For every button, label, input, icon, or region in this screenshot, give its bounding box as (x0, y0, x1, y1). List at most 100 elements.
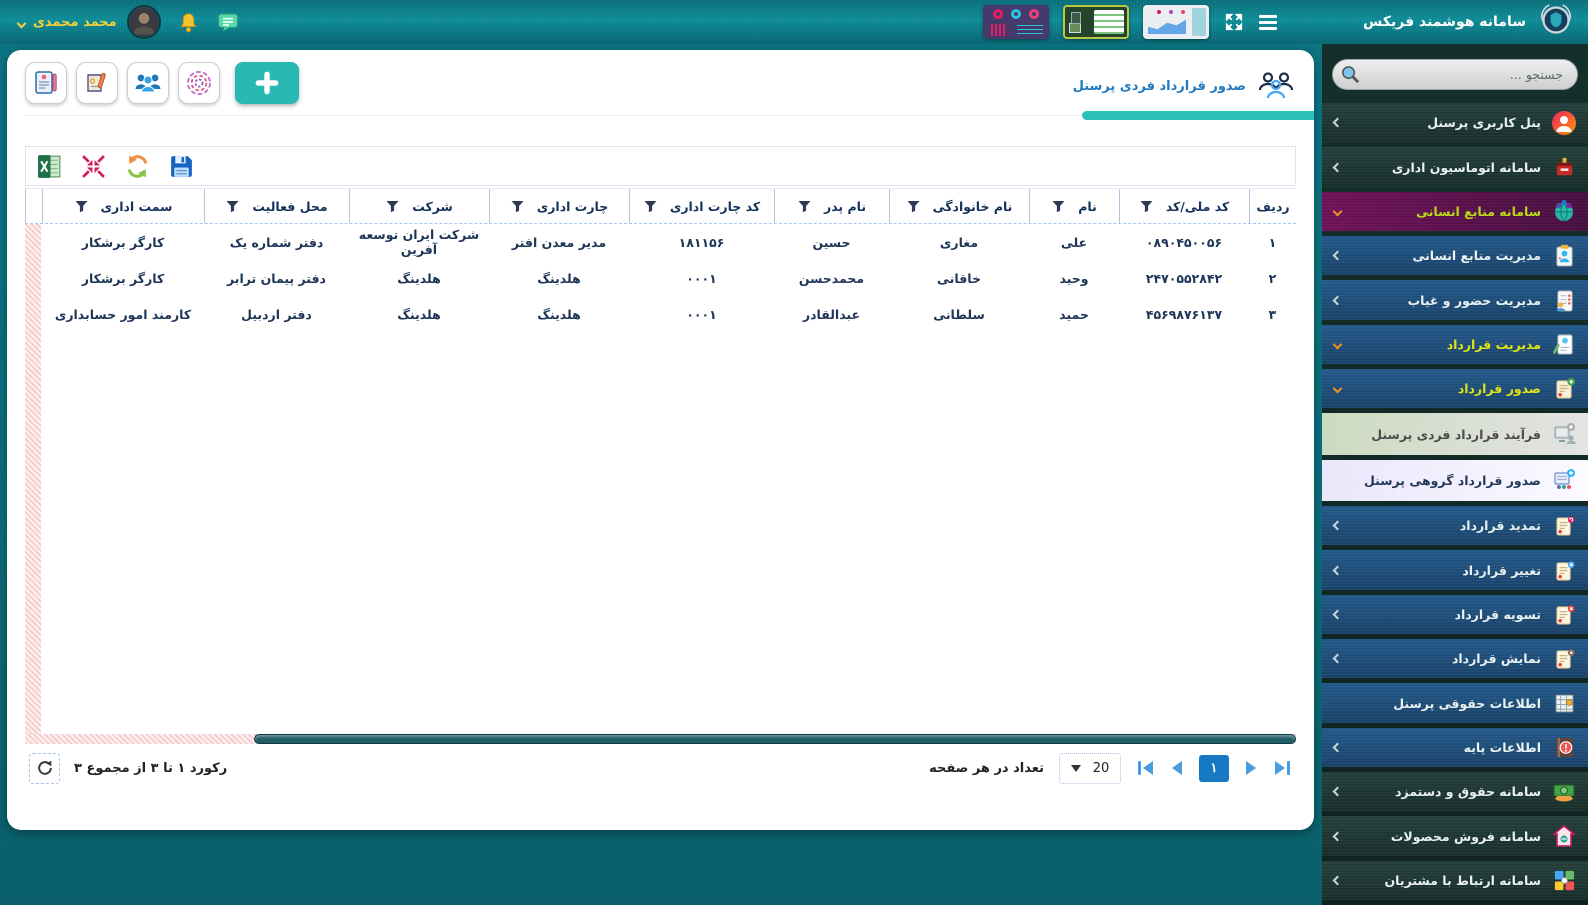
current-page-button[interactable]: ۱ (1199, 755, 1229, 782)
dashboard-thumbnail-3[interactable] (1143, 5, 1209, 39)
column-header-company[interactable]: شرکت (349, 189, 489, 223)
sidebar-item-individual-contract-process[interactable]: فرآیند قرارداد فردی پرسنل (1322, 413, 1588, 454)
contract-document-button[interactable] (25, 62, 67, 104)
crm-grid-icon (1550, 866, 1578, 894)
tab-individual-contract-issuance[interactable]: صدور قرارداد فردی پرسنل (1073, 62, 1296, 104)
filter-funnel-icon[interactable] (75, 200, 88, 213)
sidebar-item-hr-system[interactable]: سامانه منابع انسانی (1322, 192, 1588, 231)
column-header-first-name[interactable]: نام (1029, 189, 1119, 223)
horizontal-scrollbar[interactable] (25, 734, 1296, 744)
chevron-left-icon (1333, 831, 1343, 841)
dashboard-thumbnail-1[interactable] (983, 5, 1049, 39)
sidebar-search (1332, 59, 1578, 90)
sidebar-item-office-automation[interactable]: سامانه اتوماسیون اداری (1322, 147, 1588, 186)
last-page-button[interactable] (1273, 759, 1292, 777)
save-icon[interactable] (168, 153, 195, 180)
content-card: صدور قرارداد فردی پرسنل (7, 50, 1314, 830)
dashboard-thumbnails (983, 5, 1209, 39)
book-alert-icon (1550, 733, 1578, 761)
people-group-icon (1256, 70, 1296, 104)
contract-pen-icon (1550, 330, 1578, 358)
sidebar-item-hr-management[interactable]: مدیریت منابع انسانی (1322, 236, 1588, 275)
filter-funnel-icon[interactable] (226, 200, 239, 213)
next-page-button[interactable] (1244, 759, 1258, 777)
app-title: سامانه هوشمند فریکس (1363, 14, 1526, 30)
table-header: ردیف کد ملی/کد نام نام خانوادگی (25, 188, 1296, 224)
doc-renew-icon (1550, 512, 1578, 540)
fit-columns-icon[interactable] (80, 153, 107, 180)
sidebar-item-contract-change[interactable]: تغییر قرارداد (1322, 550, 1588, 589)
sidebar-item-group-contract-issuance[interactable]: صدور قرارداد گروهی پرسنل (1322, 460, 1588, 501)
money-icon (1550, 778, 1578, 806)
add-button[interactable] (235, 62, 299, 104)
sidebar-item-personnel-legal-info[interactable]: اطلاعات حقوقی پرسنل (1322, 683, 1588, 722)
filter-funnel-icon[interactable] (511, 200, 524, 213)
column-header-empty (25, 189, 42, 223)
avatar[interactable] (127, 5, 161, 39)
doc-change-icon (1550, 556, 1578, 584)
table-row[interactable]: ۱ ۰۸۹۰۴۵۰۰۵۶ علی مغاری حسین ۱۸۱۱۵۶ مدیر … (25, 224, 1296, 260)
filter-funnel-icon[interactable] (798, 200, 811, 213)
filter-funnel-icon[interactable] (386, 200, 399, 213)
column-header-position[interactable]: سمت اداری (42, 189, 204, 223)
table-row[interactable]: ۲ ۲۴۷۰۵۵۲۸۴۲ وحید خاقانی محمدحسن ۰۰۰۱ هل… (25, 260, 1296, 296)
sidebar-item-attendance-management[interactable]: مدیریت حضور و غیاب (1322, 280, 1588, 319)
sidebar-item-crm-system[interactable]: سامانه ارتباط با مشتریان (1322, 861, 1588, 900)
column-header-chart-code[interactable]: کد چارت اداری (629, 189, 774, 223)
column-header-admin-chart[interactable]: چارت اداری (489, 189, 629, 223)
user-name[interactable]: محمد محمدی (33, 15, 117, 30)
chat-icon[interactable] (216, 10, 240, 34)
filter-funnel-icon[interactable] (644, 200, 657, 213)
previous-page-button[interactable] (1170, 759, 1184, 777)
first-page-button[interactable] (1136, 759, 1155, 777)
doc-view-icon (1550, 645, 1578, 673)
sidebar-item-contract-settlement[interactable]: تسویه قرارداد (1322, 595, 1588, 634)
per-page-select[interactable]: 20 (1059, 753, 1121, 784)
content-header: صدور قرارداد فردی پرسنل (25, 50, 1296, 116)
column-header-work-location[interactable]: محل فعالیت (204, 189, 349, 223)
fingerprint-button[interactable] (178, 62, 220, 104)
personnel-group-button[interactable] (127, 62, 169, 104)
column-header-last-name[interactable]: نام خانوادگی (889, 189, 1029, 223)
group-contract-icon (1550, 466, 1578, 494)
column-header-row-number[interactable]: ردیف (1249, 189, 1296, 223)
chevron-left-icon (1333, 654, 1343, 664)
excel-export-icon[interactable] (36, 153, 63, 180)
refresh-records-button[interactable] (29, 753, 60, 784)
sidebar-item-basic-info[interactable]: اطلاعات پایه (1322, 728, 1588, 767)
sidebar-item-personnel-panel[interactable]: پنل کاربری پرسنل (1322, 103, 1588, 142)
column-header-father-name[interactable]: نام پدر (774, 189, 889, 223)
house-icon (1550, 822, 1578, 850)
sidebar-item-contract-issuance[interactable]: صدور قرارداد (1322, 369, 1588, 408)
sidebar-item-contract-renewal[interactable]: تمدید قرارداد (1322, 506, 1588, 545)
mailbox-icon (1550, 153, 1578, 181)
salary-scroll-button[interactable] (76, 62, 118, 104)
sidebar-item-contract-view[interactable]: نمایش قرارداد (1322, 639, 1588, 678)
chevron-left-icon (1333, 742, 1343, 752)
filter-funnel-icon[interactable] (907, 200, 920, 213)
column-header-national-code[interactable]: کد ملی/کد (1119, 189, 1249, 223)
chevron-left-icon (1333, 118, 1343, 128)
refresh-data-icon[interactable] (124, 153, 151, 180)
search-input[interactable] (1332, 59, 1578, 90)
user-circle-icon (1550, 109, 1578, 137)
bell-icon[interactable] (177, 11, 200, 34)
chevron-left-icon (1333, 787, 1343, 797)
filter-funnel-icon[interactable] (1052, 200, 1065, 213)
horizontal-scrollbar-thumb[interactable] (254, 734, 1296, 744)
sidebar-item-contract-management[interactable]: مدیریت قرارداد (1322, 325, 1588, 364)
vertical-scrollbar-track[interactable] (25, 224, 41, 734)
select-caret-icon (1071, 765, 1081, 772)
chevron-down-icon (1333, 384, 1343, 394)
table-body: ۱ ۰۸۹۰۴۵۰۰۵۶ علی مغاری حسین ۱۸۱۱۵۶ مدیر … (25, 224, 1296, 734)
dashboard-thumbnail-2[interactable] (1063, 5, 1129, 39)
fullscreen-icon[interactable] (1225, 13, 1243, 31)
sidebar-item-payroll-system[interactable]: سامانه حقوق و دستمزد (1322, 772, 1588, 811)
filter-funnel-icon[interactable] (1140, 200, 1153, 213)
table-row[interactable]: ۳ ۴۵۶۹۸۷۶۱۳۷ حمید سلطانی عبدالقادر ۰۰۰۱ … (25, 296, 1296, 332)
sidebar-item-product-sales-system[interactable]: سامانه فروش محصولات (1322, 816, 1588, 855)
hamburger-menu-icon[interactable] (1259, 15, 1277, 30)
chevron-left-icon (1333, 521, 1343, 531)
chevron-down-icon (1333, 339, 1343, 349)
doc-plus-icon (1550, 375, 1578, 403)
